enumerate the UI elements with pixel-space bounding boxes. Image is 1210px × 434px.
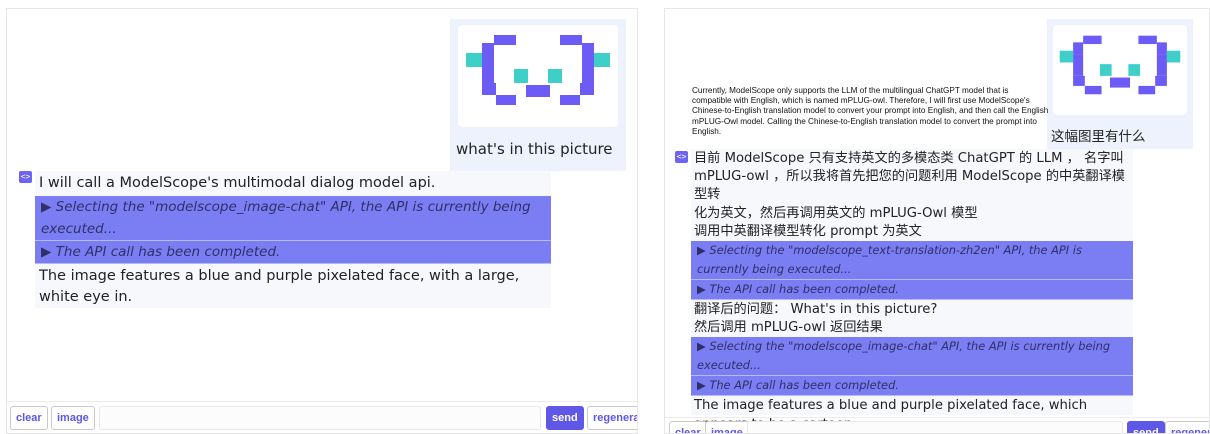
then-call-text: 然后调用 mPLUG-owl 返回结果 bbox=[694, 320, 883, 336]
image-chat-api-status-executing[interactable]: ▶ Selecting the "modelscope_image-chat" … bbox=[691, 337, 1133, 377]
translation-api-status-completed[interactable]: ▶ The API call has been completed. bbox=[691, 280, 1133, 301]
bot-avatar-icon: <> bbox=[675, 151, 688, 163]
api-status-executing[interactable]: ▶ Selecting the "modelscope_image-chat" … bbox=[35, 195, 551, 241]
chat-toolbar: clear image send regenerate bbox=[665, 417, 1209, 433]
bot-answer-text: The image features a blue and purple pix… bbox=[39, 267, 520, 306]
api-status-completed[interactable]: ▶ The API call has been completed. bbox=[35, 240, 551, 264]
bot-avatar-icon: <> bbox=[19, 171, 32, 183]
send-button[interactable]: send bbox=[1127, 421, 1165, 433]
pixel-face-image bbox=[466, 35, 610, 105]
bot-message: I will call a ModelScope's multimodal di… bbox=[35, 171, 551, 308]
translated-question-text: 翻译后的问题： What's in this picture? bbox=[694, 302, 938, 318]
user-message-text: what's in this picture bbox=[456, 140, 613, 158]
clear-button[interactable]: clear bbox=[10, 406, 48, 430]
user-message: 这幅图里有什么 bbox=[1047, 19, 1193, 149]
image-description-overlay: Currently, ModelScope only supports the … bbox=[692, 86, 1049, 136]
bot-intro-line: mPLUG-owl ，所以我将首先把您的问题利用 ModelScope 的中英翻… bbox=[694, 169, 1125, 203]
image-upload-button[interactable]: image bbox=[705, 421, 749, 433]
chat-panel-left: what's in this picture <> I will call a … bbox=[6, 8, 638, 434]
bot-intro-line: 化为英文，然后再调用英文的 mPLUG-Owl 模型 bbox=[694, 205, 978, 221]
uploaded-image[interactable] bbox=[458, 25, 618, 127]
image-chat-api-status-completed[interactable]: ▶ The API call has been completed. bbox=[691, 376, 1133, 397]
chat-panel-right: 这幅图里有什么 Currently, ModelScope only suppo… bbox=[664, 8, 1210, 434]
message-input[interactable] bbox=[747, 421, 1123, 433]
clear-button[interactable]: clear bbox=[669, 421, 707, 433]
bot-intro-line: 目前 ModelScope 只有支持英文的多模态类 ChatGPT 的 LLM … bbox=[694, 151, 1124, 166]
uploaded-image[interactable] bbox=[1053, 25, 1187, 115]
pixel-face-image bbox=[1059, 35, 1181, 95]
user-message-text: 这幅图里有什么 bbox=[1051, 129, 1146, 145]
bot-intro-text: I will call a ModelScope's multimodal di… bbox=[39, 175, 436, 191]
message-input[interactable] bbox=[99, 406, 541, 430]
bot-message: 目前 ModelScope 只有支持英文的多模态类 ChatGPT 的 LLM … bbox=[691, 149, 1133, 432]
image-upload-button[interactable]: image bbox=[51, 406, 95, 430]
user-message: what's in this picture bbox=[450, 19, 626, 171]
chat-toolbar: clear image send regenerate bbox=[7, 401, 637, 433]
translation-api-status-executing[interactable]: ▶ Selecting the "modelscope_text-transla… bbox=[691, 241, 1133, 281]
bot-intro-text: 目前 ModelScope 只有支持英文的多模态类 ChatGPT 的 LLM … bbox=[691, 149, 1133, 241]
send-button[interactable]: send bbox=[546, 406, 584, 430]
regenerate-button[interactable]: regenerate bbox=[587, 406, 637, 430]
regenerate-button[interactable]: regenerate bbox=[1165, 421, 1209, 433]
bot-intro-line: 调用中英翻译模型转化 prompt 为英文 bbox=[694, 223, 922, 239]
